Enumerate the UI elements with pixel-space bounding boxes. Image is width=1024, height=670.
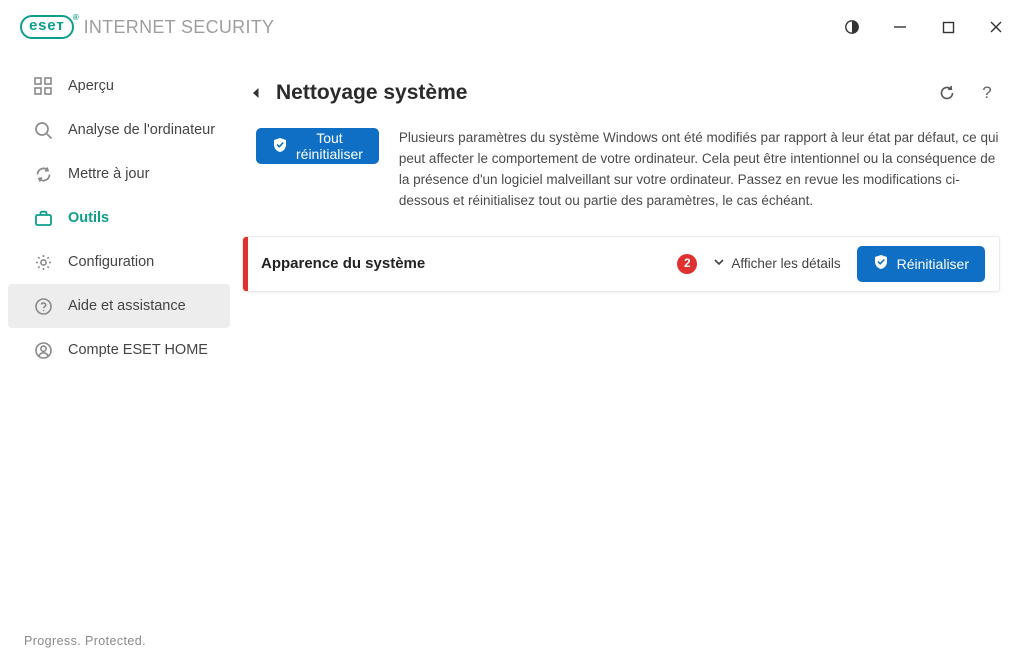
- help-page-icon[interactable]: ?: [974, 80, 1000, 106]
- issue-count-badge: 2: [677, 254, 697, 274]
- contrast-icon[interactable]: [832, 9, 872, 45]
- window-controls: [832, 9, 1016, 45]
- back-button[interactable]: [242, 79, 270, 107]
- sidebar-item-configuration[interactable]: Configuration: [8, 240, 230, 284]
- page-title: Nettoyage système: [276, 81, 467, 105]
- brand: eseт® INTERNET SECURITY: [20, 15, 274, 39]
- maximize-button[interactable]: [928, 9, 968, 45]
- eset-logo: eseт®: [20, 15, 74, 39]
- show-details-toggle[interactable]: Afficher les détails: [713, 256, 840, 271]
- sidebar-item-label: Compte ESET HOME: [68, 342, 208, 358]
- user-icon: [32, 339, 54, 361]
- reload-icon[interactable]: [934, 80, 960, 106]
- titlebar: eseт® INTERNET SECURITY: [0, 0, 1024, 54]
- product-name: INTERNET SECURITY: [84, 17, 275, 38]
- sidebar-item-label: Aide et assistance: [68, 298, 186, 314]
- main-panel: Nettoyage système ? Tout réinitialiser P…: [238, 54, 1024, 670]
- sidebar-item-label: Configuration: [68, 254, 154, 270]
- setting-card-system-appearance: Apparence du système 2 Afficher les déta…: [242, 236, 1000, 292]
- sidebar-item-label: Mettre à jour: [68, 166, 149, 182]
- reset-all-button[interactable]: Tout réinitialiser: [256, 128, 379, 164]
- shield-icon: [272, 137, 288, 156]
- reset-card-label: Réinitialiser: [897, 256, 969, 272]
- close-button[interactable]: [976, 9, 1016, 45]
- footer-tagline: Progress. Protected.: [0, 634, 238, 670]
- help-icon: [32, 295, 54, 317]
- briefcase-icon: [32, 207, 54, 229]
- sidebar-item-label: Outils: [68, 210, 109, 226]
- page-description: Plusieurs paramètres du système Windows …: [399, 128, 1000, 212]
- sidebar-item-account[interactable]: Compte ESET HOME: [8, 328, 230, 372]
- sidebar-item-overview[interactable]: Aperçu: [8, 64, 230, 108]
- card-title: Apparence du système: [243, 255, 425, 272]
- sidebar-item-update[interactable]: Mettre à jour: [8, 152, 230, 196]
- details-label: Afficher les détails: [731, 256, 840, 271]
- reset-all-label: Tout réinitialiser: [296, 130, 363, 162]
- page-header: Nettoyage système ?: [238, 64, 1000, 122]
- sidebar-item-help[interactable]: Aide et assistance: [8, 284, 230, 328]
- minimize-button[interactable]: [880, 9, 920, 45]
- gear-icon: [32, 251, 54, 273]
- sidebar-item-label: Analyse de l'ordinateur: [68, 122, 215, 138]
- search-icon: [32, 119, 54, 141]
- sidebar: Aperçu Analyse de l'ordinateur Mettre à …: [0, 54, 238, 670]
- refresh-icon: [32, 163, 54, 185]
- shield-icon: [873, 254, 889, 273]
- sidebar-item-tools[interactable]: Outils: [8, 196, 230, 240]
- sidebar-item-label: Aperçu: [68, 78, 114, 94]
- dashboard-icon: [32, 75, 54, 97]
- chevron-down-icon: [713, 256, 725, 271]
- sidebar-item-scan[interactable]: Analyse de l'ordinateur: [8, 108, 230, 152]
- reset-card-button[interactable]: Réinitialiser: [857, 246, 985, 282]
